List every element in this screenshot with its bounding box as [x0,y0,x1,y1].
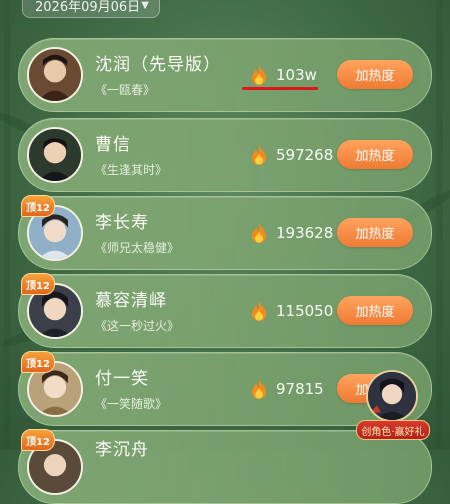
heat-number: 103w [276,66,317,84]
heat-number: 597268 [276,146,334,164]
flame-icon [252,223,266,243]
heat-value: 115050 [251,297,333,325]
boost-heat-button[interactable]: 加热度 [337,218,413,247]
heat-value: 103w [251,61,317,89]
avatar [27,47,83,103]
date-label: 2026年09月06日 [35,0,141,15]
heat-value: 193628 [251,219,333,247]
boost-heat-button[interactable]: 加热度 [337,60,413,89]
ranking-card[interactable]: 曹信 《生逢其时》 597268 加热度 [18,118,432,192]
ranking-card[interactable]: 顶12 李长寿 《师兄太稳健》 193628 加热度 [18,195,432,270]
rank-badge: 顶12 [21,351,55,373]
character-name: 付一笑 [95,369,149,389]
date-selector[interactable]: 2026年09月06日 ▼ [22,0,160,18]
ranking-card[interactable]: 沈润（先导版） 《一瓯春》 103w 加热度 [18,38,432,112]
flame-icon [252,145,266,165]
character-name: 李长寿 [95,213,149,233]
heat-number: 115050 [276,302,334,320]
flame-icon [252,379,266,399]
character-promo-icon [366,370,418,422]
rank-badge: 顶12 [21,429,55,451]
ranking-card[interactable]: 顶12 慕容清峄 《这一秒过火》 115050 加热度 [18,273,432,348]
ranking-card[interactable]: 顶12 李沉舟 [18,429,432,504]
heat-value: 97815 [251,375,324,403]
chevron-down-icon: ▼ [141,0,149,11]
heat-number: 193628 [276,224,334,242]
heat-number: 97815 [276,380,324,398]
rank-badge: 顶12 [21,195,55,217]
flame-icon [252,65,266,85]
bamboo-stalk [4,0,10,450]
rank-badge: 顶12 [21,273,55,295]
bamboo-stalk [436,0,443,450]
drama-title: 《一瓯春》 [95,83,156,97]
drama-title: 《师兄太稳健》 [95,241,180,255]
character-name: 李沉舟 [95,440,149,460]
character-name: 曹信 [95,135,131,155]
drama-title: 《生逢其时》 [95,163,168,177]
avatar [27,127,83,183]
character-name: 慕容清峄 [95,291,167,311]
highlight-underline [242,87,318,90]
heat-value: 597268 [251,141,333,169]
character-promo-widget[interactable]: 创角色·赢好礼 [356,370,430,440]
drama-title: 《一笑随歌》 [95,397,168,411]
drama-title: 《这一秒过火》 [95,319,180,333]
boost-heat-button[interactable]: 加热度 [337,140,413,169]
character-name: 沈润（先导版） [95,55,221,75]
promo-label: 创角色·赢好礼 [356,420,430,440]
boost-heat-button[interactable]: 加热度 [337,296,413,325]
flame-icon [252,301,266,321]
